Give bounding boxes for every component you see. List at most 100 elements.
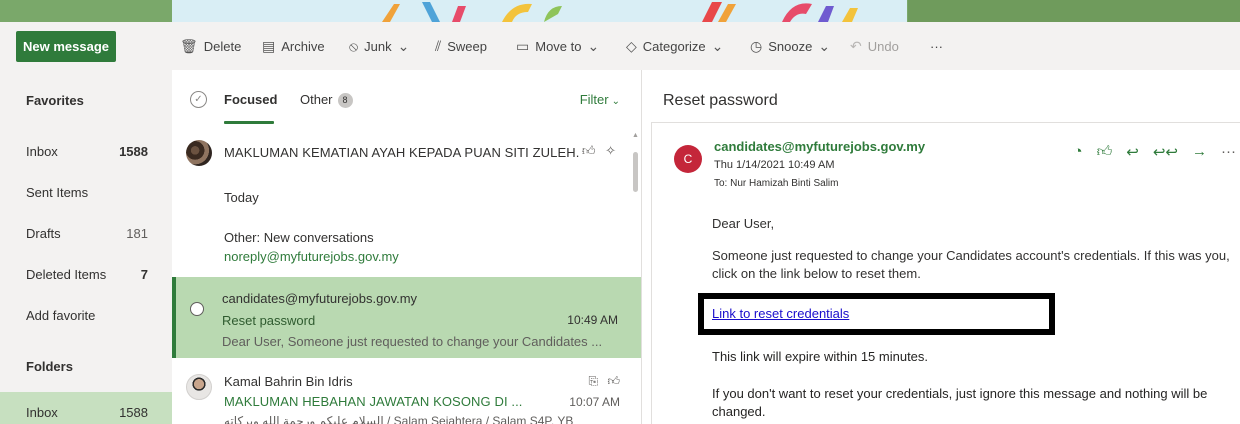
row-actions: 👍︎ ✧: [582, 143, 616, 159]
banner-theme: [172, 0, 907, 22]
junk-button[interactable]: ⦸ Junk ⌄: [349, 22, 409, 70]
forward-icon[interactable]: →: [1192, 143, 1207, 161]
avatar: [186, 140, 212, 166]
list-item-subject: Reset password: [222, 313, 316, 328]
chevron-down-icon: ⌄: [711, 37, 724, 54]
deleted-label: Deleted Items: [26, 266, 107, 282]
list-scrollbar[interactable]: ▲: [632, 132, 639, 202]
favorites-label: Favorites: [26, 92, 84, 108]
sweep-label: Sweep: [447, 38, 487, 54]
folders-header[interactable]: Folders: [0, 346, 172, 386]
tab-other[interactable]: Other 8: [300, 92, 353, 108]
nav-item-inbox[interactable]: Inbox 1588: [0, 131, 172, 171]
body-expire-note: This link will expire within 15 minutes.: [712, 349, 929, 364]
message-body: Dear User, Someone just requested to cha…: [712, 215, 1232, 297]
tab-focused[interactable]: Focused: [224, 92, 277, 107]
sent-label: Sent Items: [26, 184, 89, 200]
select-radio[interactable]: [190, 302, 204, 316]
deleted-count: 7: [140, 266, 148, 282]
other-conv-label: Other: New conversations: [224, 230, 374, 245]
immersive-reader-icon[interactable]: ◔: [1074, 143, 1083, 161]
inbox-folder-count: 1588: [119, 404, 148, 420]
filter-label: Filter: [579, 92, 609, 107]
section-today: Today: [224, 190, 259, 205]
snooze-label: Snooze: [768, 38, 813, 54]
reply-all-icon[interactable]: ↩↩: [1153, 143, 1178, 161]
nav-item-sent[interactable]: Sent Items: [0, 172, 172, 212]
list-item-time: 10:49 AM: [567, 313, 618, 327]
reply-icon[interactable]: ↩: [1126, 143, 1139, 161]
filter-button[interactable]: Filter ⌄: [580, 92, 620, 107]
more-icon: ···: [930, 38, 943, 54]
inbox-folder-label: Inbox: [26, 404, 58, 420]
snooze-button[interactable]: ◷ Snooze ⌄: [750, 22, 830, 70]
banner-right: [908, 0, 1240, 22]
more-icon[interactable]: ···: [1221, 143, 1236, 161]
tag-icon: ◇: [626, 37, 637, 54]
list-item-time: 10:07 AM: [569, 395, 620, 409]
body-ignore-note: If you don't want to reset your credenti…: [712, 386, 1208, 419]
add-favorite-link[interactable]: Add favorite: [0, 295, 172, 335]
list-item-selected[interactable]: candidates@myfuturejobs.gov.my Reset pas…: [172, 277, 641, 358]
list-item[interactable]: MAKLUMAN KEMATIAN AYAH KEPADA PUAN SITI …: [172, 130, 632, 176]
tab-other-label: Other: [300, 92, 333, 107]
like-icon[interactable]: 👍︎: [607, 374, 620, 388]
list-item[interactable]: Kamal Bahrin Bin Idris ⎘ 👍︎ MAKLUMAN HEB…: [172, 366, 641, 424]
like-icon[interactable]: 👍︎: [582, 143, 596, 158]
inbox-count: 1588: [119, 143, 148, 159]
pin-icon[interactable]: ✧: [605, 143, 616, 158]
nav-item-inbox-folder[interactable]: Inbox 1588: [0, 392, 172, 424]
drafts-count: 181: [126, 225, 148, 241]
sender-address[interactable]: candidates@myfuturejobs.gov.my: [714, 139, 925, 154]
sender-avatar[interactable]: C: [674, 145, 702, 173]
other-conv-sender: noreply@myfuturejobs.gov.my: [224, 249, 399, 264]
nav-item-drafts[interactable]: Drafts 181: [0, 213, 172, 253]
body-paragraph: Someone just requested to change your Ca…: [712, 248, 1230, 281]
add-favorite-label: Add favorite: [26, 307, 96, 323]
nav-item-deleted[interactable]: Deleted Items 7: [0, 254, 172, 294]
check-icon: ✓: [194, 94, 203, 105]
undo-button[interactable]: ↶ Undo: [850, 22, 899, 70]
body-greeting: Dear User,: [712, 216, 775, 231]
undo-icon: ↶: [850, 37, 862, 54]
reset-credentials-link[interactable]: Link to reset credentials: [712, 306, 849, 321]
move-to-label: Move to: [535, 38, 582, 54]
folders-label: Folders: [26, 358, 73, 374]
categorize-label: Categorize: [642, 38, 706, 54]
broom-icon: ⫽: [435, 37, 442, 54]
select-all-checkbox[interactable]: ✓: [190, 91, 207, 108]
delete-button[interactable]: 🗑 Delete: [180, 22, 241, 70]
junk-label: Junk: [364, 38, 392, 54]
message-recipient: To: Nur Hamizah Binti Salim: [714, 178, 839, 189]
favorites-header[interactable]: Favorites: [0, 80, 172, 120]
avatar: [186, 374, 212, 400]
more-actions-button[interactable]: ···: [930, 22, 943, 70]
folder-pane: Favorites Inbox 1588 Sent Items Drafts 1…: [0, 70, 172, 424]
like-icon[interactable]: 👍︎: [1097, 143, 1113, 161]
folder-move-icon: ▭: [516, 37, 530, 54]
scroll-up-icon: ▲: [632, 132, 639, 139]
list-item-sender: Kamal Bahrin Bin Idris: [224, 374, 353, 389]
attachment-icon: ⎘: [588, 374, 599, 388]
message-list: ✓ Focused Other 8 Filter ⌄ ▲ MAKLUMAN KEMA…: [172, 70, 642, 424]
list-item-subject: MAKLUMAN KEMATIAN AYAH KEPADA PUAN SITI …: [224, 145, 580, 160]
scrollbar-thumb[interactable]: [633, 152, 638, 192]
delete-label: Delete: [203, 38, 242, 54]
chevron-down-icon: ⌄: [397, 37, 410, 54]
other-conversations-item[interactable]: Other: New conversations noreply@myfutur…: [224, 230, 399, 264]
archive-button[interactable]: ▤ Archive: [262, 22, 325, 70]
categorize-button[interactable]: ◇ Categorize ⌄: [626, 22, 723, 70]
list-item-subject: MAKLUMAN HEBAHAN JAWATAN KOSONG DI ...: [224, 394, 523, 409]
chevron-down-icon: ⌄: [587, 37, 600, 54]
new-message-button[interactable]: New message: [16, 31, 116, 62]
sweep-button[interactable]: ⫽ Sweep: [435, 22, 487, 70]
undo-label: Undo: [867, 38, 899, 54]
command-bar: New message 🗑 Delete ▤ Archive ⦸ Junk ⌄ …: [0, 22, 1240, 70]
reading-pane: Reset password C candidates@myfuturejobs…: [643, 70, 1240, 424]
trash-icon: 🗑: [180, 37, 198, 54]
other-count-badge: 8: [337, 93, 353, 108]
move-to-button[interactable]: ▭ Move to ⌄: [516, 22, 599, 70]
message-list-header: ✓ Focused Other 8 Filter ⌄: [172, 70, 641, 128]
message-actions: ◔ 👍︎ ↩ ↩↩ → ···: [1074, 143, 1236, 161]
list-item-preview: السلام عليكم ورحمة الله وبركاته / Salam …: [224, 414, 574, 424]
